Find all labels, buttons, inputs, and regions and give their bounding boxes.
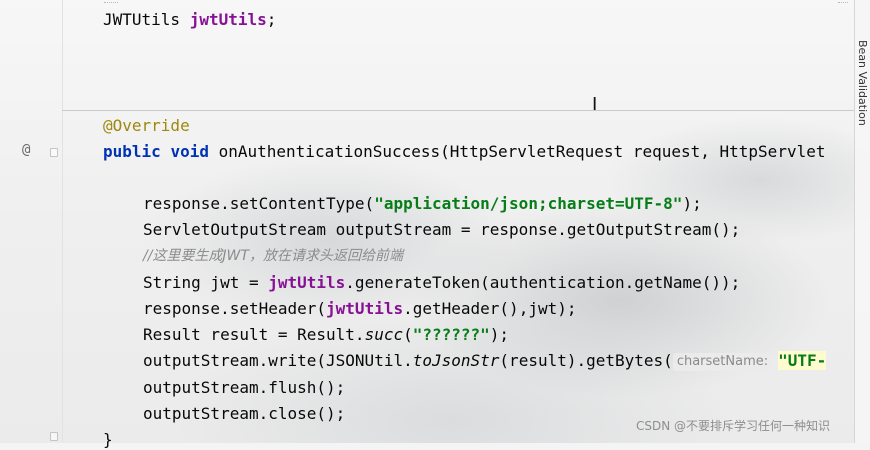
code-line-flush[interactable]: outputStream.flush(); — [143, 378, 345, 398]
parameter-hint: charsetName: — [672, 353, 773, 371]
code-line-set-content-type[interactable]: response.setContentType("application/jso… — [143, 194, 702, 214]
fold-toggle-method[interactable] — [50, 148, 58, 157]
fold-marker-top — [104, 0, 118, 3]
code-line-method-signature[interactable]: public void onAuthenticationSuccess(Http… — [103, 142, 825, 162]
code-line-closing-brace[interactable]: } — [103, 430, 113, 450]
fold-toggle-end[interactable] — [50, 432, 58, 441]
fold-marker-top-right — [838, 0, 848, 3]
code-line-result[interactable]: Result result = Result.succ("??????"); — [143, 325, 509, 345]
code-line-field[interactable]: JWTUtils jwtUtils; — [103, 10, 276, 30]
bean-validation-tab[interactable]: Bean Validation — [855, 40, 869, 126]
code-line-set-header[interactable]: response.setHeader(jwtUtils.getHeader(),… — [143, 299, 576, 319]
method-separator — [62, 110, 854, 111]
code-line-generate-token[interactable]: String jwt = jwtUtils.generateToken(auth… — [143, 273, 740, 293]
editor-gutter[interactable]: @ — [0, 0, 63, 443]
code-line-annotation[interactable]: @Override — [103, 116, 190, 136]
code-line-close[interactable]: outputStream.close(); — [143, 404, 345, 424]
code-line-write[interactable]: outputStream.write(JSONUtil.toJsonStr(re… — [143, 351, 827, 371]
code-line-comment[interactable]: //这里要生成JWT，放在请求头返回给前端 — [143, 246, 403, 266]
code-line-output-stream[interactable]: ServletOutputStream outputStream = respo… — [143, 220, 740, 240]
text-cursor-icon: Ι — [592, 94, 598, 115]
override-at-icon[interactable]: @ — [22, 142, 30, 158]
csdn-watermark: CSDN @不要排斥学习任何一种知识 — [636, 419, 831, 433]
